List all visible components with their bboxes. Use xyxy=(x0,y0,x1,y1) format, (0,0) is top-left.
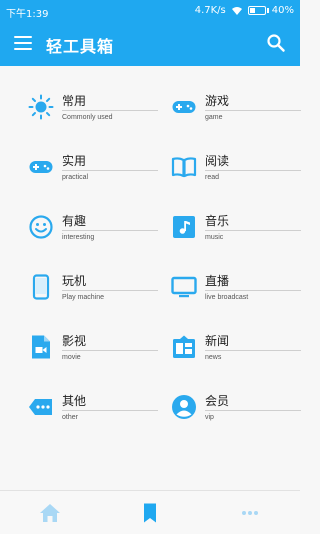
wifi-icon xyxy=(231,6,242,15)
category-item-interesting[interactable]: 有趣 interesting xyxy=(28,210,158,254)
home-icon[interactable] xyxy=(38,501,62,525)
category-sublabel: Play machine xyxy=(62,294,105,301)
category-sublabel: news xyxy=(205,354,222,361)
category-label: 音乐 xyxy=(205,214,230,228)
category-sublabel: read xyxy=(205,174,220,181)
smiley-icon xyxy=(29,215,53,239)
category-item-read[interactable]: 阅读 read xyxy=(171,150,301,194)
status-right: 4.7K/s 40% xyxy=(195,5,294,16)
category-sublabel: vip xyxy=(205,414,214,421)
battery-indicator: 40% xyxy=(247,5,294,16)
category-sublabel: live broadcast xyxy=(205,294,249,301)
gamepad-icon xyxy=(29,161,53,173)
status-time: 下午1:39 xyxy=(6,9,49,20)
category-sublabel: practical xyxy=(62,174,89,181)
category-sublabel: interesting xyxy=(62,234,95,241)
top-bar: 下午1:39 4.7K/s 40% 轻工具箱 xyxy=(0,0,300,66)
category-label: 新闻 xyxy=(205,334,230,348)
battery-level xyxy=(249,8,256,13)
video-file-icon xyxy=(32,335,50,359)
sun-icon xyxy=(28,94,54,120)
category-item-music[interactable]: 音乐 music xyxy=(171,210,301,254)
category-label: 有趣 xyxy=(62,214,87,228)
category-sublabel: Commonly used xyxy=(62,114,113,121)
category-label: 玩机 xyxy=(62,274,87,288)
category-sublabel: music xyxy=(205,234,224,241)
category-sublabel: other xyxy=(62,414,78,421)
category-item-vip[interactable]: 会员 vip xyxy=(171,390,301,434)
category-item-news[interactable]: 新闻 news xyxy=(171,330,301,374)
tv-icon xyxy=(171,276,197,298)
category-item-movie[interactable]: 影视 movie xyxy=(28,330,158,374)
phone-icon xyxy=(32,274,50,300)
category-label: 游戏 xyxy=(205,94,230,108)
category-sublabel: movie xyxy=(62,354,81,361)
status-bar: 下午1:39 4.7K/s 40% xyxy=(0,0,300,22)
news-icon xyxy=(173,335,195,358)
category-label: 影视 xyxy=(62,334,87,348)
book-icon xyxy=(171,157,197,178)
category-item-game[interactable]: 游戏 game xyxy=(171,90,301,134)
network-speed: 4.7K/s xyxy=(194,5,226,16)
app-bar: 轻工具箱 xyxy=(0,22,300,66)
category-item-live-broadcast[interactable]: 直播 live broadcast xyxy=(171,270,301,314)
gamepad-icon xyxy=(172,101,196,113)
bookmark-icon[interactable] xyxy=(138,501,162,525)
menu-icon[interactable] xyxy=(14,36,32,50)
category-sublabel: game xyxy=(205,114,223,121)
bottom-nav xyxy=(0,490,300,534)
more-dots-icon[interactable] xyxy=(238,501,262,525)
account-icon xyxy=(172,395,196,419)
category-label: 常用 xyxy=(62,94,87,108)
music-note-icon xyxy=(173,216,195,238)
battery-icon xyxy=(247,6,266,15)
category-item-play-machine[interactable]: 玩机 Play machine xyxy=(28,270,158,314)
category-label: 会员 xyxy=(205,394,230,408)
category-item-other[interactable]: 其他 other xyxy=(28,390,158,434)
more-tag-icon xyxy=(29,399,52,415)
category-label: 其他 xyxy=(62,394,87,408)
category-item-common[interactable]: 常用 Commonly used xyxy=(28,90,158,134)
category-label: 直播 xyxy=(205,274,230,288)
category-label: 实用 xyxy=(62,154,87,168)
app-title: 轻工具箱 xyxy=(46,37,115,56)
battery-label: 40% xyxy=(271,5,294,16)
category-item-practical[interactable]: 实用 practical xyxy=(28,150,158,194)
category-label: 阅读 xyxy=(205,154,230,168)
search-icon[interactable] xyxy=(266,33,286,53)
